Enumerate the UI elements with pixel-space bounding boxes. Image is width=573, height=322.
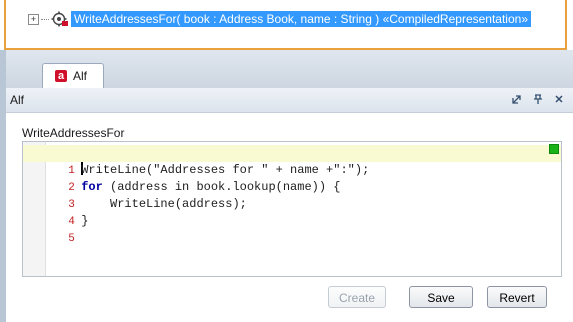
syntax-status-indicator [549, 144, 559, 154]
operation-label[interactable]: WriteAddressesFor( book : Address Book, … [71, 11, 531, 27]
containment-tree: + WriteAddressesFor( book : Address Book… [4, 0, 567, 50]
code-line-5[interactable]: 5 [23, 213, 561, 245]
panel-title: Alf [10, 93, 25, 107]
save-button[interactable]: Save [409, 286, 473, 308]
pin-icon[interactable] [532, 93, 544, 109]
tab-alf[interactable]: a Alf [42, 63, 104, 88]
function-name-label: WriteAddressesFor [22, 126, 125, 140]
code-line-2[interactable]: 2 for (address in book.lookup(name)) { [23, 162, 561, 194]
code-line-4[interactable]: 4} [23, 196, 561, 228]
tab-label: Alf [73, 69, 88, 83]
close-icon[interactable] [553, 93, 565, 109]
alf-panel: Alf WriteAddressesFor 1 WriteLine("Addres… [0, 88, 573, 322]
code-editor[interactable]: 1 WriteLine("Addresses for " + name +":")… [22, 141, 562, 277]
create-button[interactable]: Create [328, 286, 386, 308]
alf-icon: a [55, 70, 67, 82]
tree-node-operation[interactable]: + WriteAddressesFor( book : Address Book… [28, 10, 531, 28]
revert-button[interactable]: Revert [487, 286, 547, 308]
code-line-1[interactable]: 1 WriteLine("Addresses for " + name +":")… [23, 145, 561, 177]
panel-controls [511, 93, 565, 109]
code-line-3[interactable]: 3 WriteLine(address); [23, 179, 561, 211]
operation-settings-icon [51, 11, 68, 27]
restore-icon[interactable] [511, 93, 523, 109]
line-number: 5 [68, 233, 75, 245]
expand-icon[interactable]: + [28, 13, 39, 25]
panel-header: Alf [6, 88, 573, 113]
tree-connector [41, 18, 49, 20]
tab-bar: a Alf [0, 50, 573, 88]
